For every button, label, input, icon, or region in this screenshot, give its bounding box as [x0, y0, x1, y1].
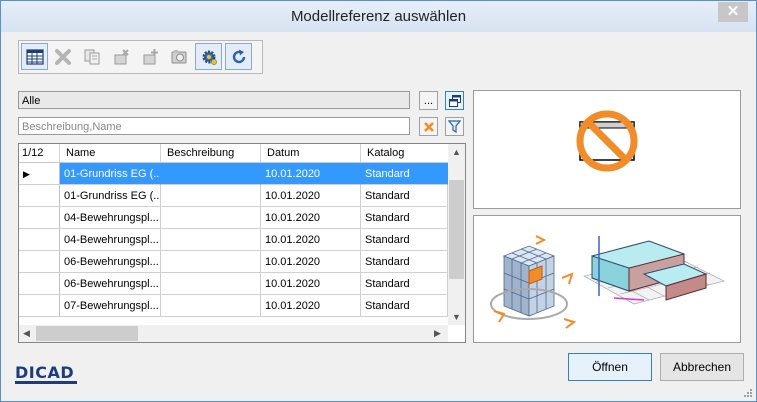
table-row[interactable]: 04-Bewehrungspl... 10.01.2020 Standard — [19, 229, 448, 251]
scroll-left-icon[interactable]: ◀ — [23, 328, 30, 339]
table-view-button[interactable] — [21, 43, 48, 70]
funnel-icon — [448, 120, 461, 133]
search-input[interactable]: Beschreibung,Name — [18, 117, 410, 135]
column-header-name[interactable]: Name — [60, 144, 161, 162]
title-bar[interactable]: Modellreferenz auswählen ✕ — [1, 1, 756, 32]
remove-reference-icon — [114, 48, 129, 64]
current-row-arrow-icon: ▶ — [23, 169, 30, 179]
add-reference-icon — [143, 48, 158, 64]
column-header-datum[interactable]: Datum — [261, 144, 361, 162]
remove-reference-button[interactable] — [108, 44, 133, 69]
cell-name: 04-Bewehrungspl... — [60, 207, 161, 229]
dicad-logo: DICAD — [15, 363, 75, 382]
scope-field[interactable]: Alle — [18, 91, 410, 109]
cell-beschreibung — [161, 185, 261, 207]
table-header: 1/12 Name Beschreibung Datum Katalog — [19, 144, 448, 163]
cell-name: 01-Grundriss EG (... — [60, 185, 161, 207]
dialog-window: Modellreferenz auswählen ✕ Alle ... Besc… — [0, 0, 757, 402]
cell-datum: 10.01.2020 — [261, 207, 361, 229]
cell-beschreibung — [161, 163, 261, 185]
preview-pane — [473, 90, 741, 209]
horizontal-scroll-thumb[interactable] — [36, 326, 138, 341]
search-placeholder: Beschreibung,Name — [22, 121, 122, 133]
cell-beschreibung — [161, 229, 261, 251]
settings-gear-icon — [202, 50, 217, 65]
column-header-katalog[interactable]: Katalog — [361, 144, 448, 162]
windows-icon — [448, 94, 461, 107]
table-row[interactable]: 07-Bewehrungspl... 10.01.2020 Standard — [19, 295, 448, 317]
logo-underline — [15, 381, 77, 384]
no-preview-icon — [576, 110, 638, 172]
thumbnail-pane — [473, 215, 741, 343]
cancel-button[interactable]: Abbrechen — [660, 353, 744, 381]
window-title: Modellreferenz auswählen — [290, 8, 467, 25]
scroll-down-icon[interactable]: ▼ — [452, 312, 461, 322]
model-illustration — [490, 235, 725, 329]
cell-name: 06-Bewehrungspl... — [60, 251, 161, 273]
cell-name: 06-Bewehrungspl... — [60, 273, 161, 295]
cell-beschreibung — [161, 207, 261, 229]
table-row[interactable]: ▶ 01-Grundriss EG (... 10.01.2020 Standa… — [19, 163, 448, 185]
cell-katalog: Standard — [361, 251, 448, 273]
table-row[interactable]: 06-Bewehrungspl... 10.01.2020 Standard — [19, 273, 448, 295]
cell-datum: 10.01.2020 — [261, 251, 361, 273]
vertical-scrollbar[interactable]: ▲ ▼ — [448, 144, 465, 325]
scroll-up-icon[interactable]: ▲ — [452, 147, 461, 157]
refresh-icon — [232, 49, 245, 63]
table-row[interactable]: 06-Bewehrungspl... 10.01.2020 Standard — [19, 251, 448, 273]
open-button[interactable]: Öffnen — [568, 353, 652, 381]
resize-grip-icon[interactable] — [742, 387, 752, 397]
open-window-button[interactable] — [445, 91, 464, 110]
cell-name: 07-Bewehrungspl... — [60, 295, 161, 317]
clear-filter-button[interactable] — [419, 117, 438, 136]
cell-datum: 10.01.2020 — [261, 273, 361, 295]
cell-katalog: Standard — [361, 273, 448, 295]
cell-datum: 10.01.2020 — [261, 229, 361, 251]
cell-beschreibung — [161, 251, 261, 273]
horizontal-scrollbar[interactable]: ◀ ▶ — [19, 325, 448, 342]
add-reference-button[interactable] — [137, 44, 162, 69]
settings-button[interactable] — [195, 43, 222, 70]
row-indicator — [19, 185, 60, 207]
cell-beschreibung — [161, 295, 261, 317]
table-view-icon — [25, 48, 44, 65]
cell-name: 04-Bewehrungspl... — [60, 229, 161, 251]
row-indicator — [19, 251, 60, 273]
vertical-scroll-thumb[interactable] — [449, 180, 464, 279]
copy-icon — [84, 49, 99, 64]
scroll-right-icon[interactable]: ▶ — [434, 328, 441, 339]
row-counter: 1/12 — [19, 144, 60, 162]
refresh-button[interactable] — [225, 43, 252, 70]
cell-datum: 10.01.2020 — [261, 185, 361, 207]
table-row[interactable]: 04-Bewehrungspl... 10.01.2020 Standard — [19, 207, 448, 229]
column-header-beschreibung[interactable]: Beschreibung — [161, 144, 261, 162]
toolbar — [18, 40, 263, 74]
delete-button[interactable] — [50, 44, 75, 69]
cell-katalog: Standard — [361, 295, 448, 317]
row-indicator — [19, 295, 60, 317]
row-indicator — [19, 207, 60, 229]
cell-katalog: Standard — [361, 185, 448, 207]
row-indicator: ▶ — [19, 163, 60, 185]
table-row[interactable]: 01-Grundriss EG (... 10.01.2020 Standard — [19, 185, 448, 207]
filter-button[interactable] — [445, 117, 464, 136]
clear-icon — [423, 121, 434, 132]
cell-name: 01-Grundriss EG (... — [60, 163, 161, 185]
browse-button[interactable]: ... — [419, 91, 438, 110]
delete-icon — [54, 48, 71, 65]
cell-katalog: Standard — [361, 207, 448, 229]
cell-datum: 10.01.2020 — [261, 163, 361, 185]
cell-katalog: Standard — [361, 163, 448, 185]
model-table: 1/12 Name Beschreibung Datum Katalog ▶ 0… — [18, 143, 466, 343]
close-button[interactable]: ✕ — [718, 2, 748, 22]
cell-datum: 10.01.2020 — [261, 295, 361, 317]
camera-icon — [171, 49, 186, 63]
camera-button[interactable] — [166, 44, 191, 69]
cell-beschreibung — [161, 273, 261, 295]
row-indicator — [19, 273, 60, 295]
cell-katalog: Standard — [361, 229, 448, 251]
copy-button[interactable] — [79, 44, 104, 69]
row-indicator — [19, 229, 60, 251]
